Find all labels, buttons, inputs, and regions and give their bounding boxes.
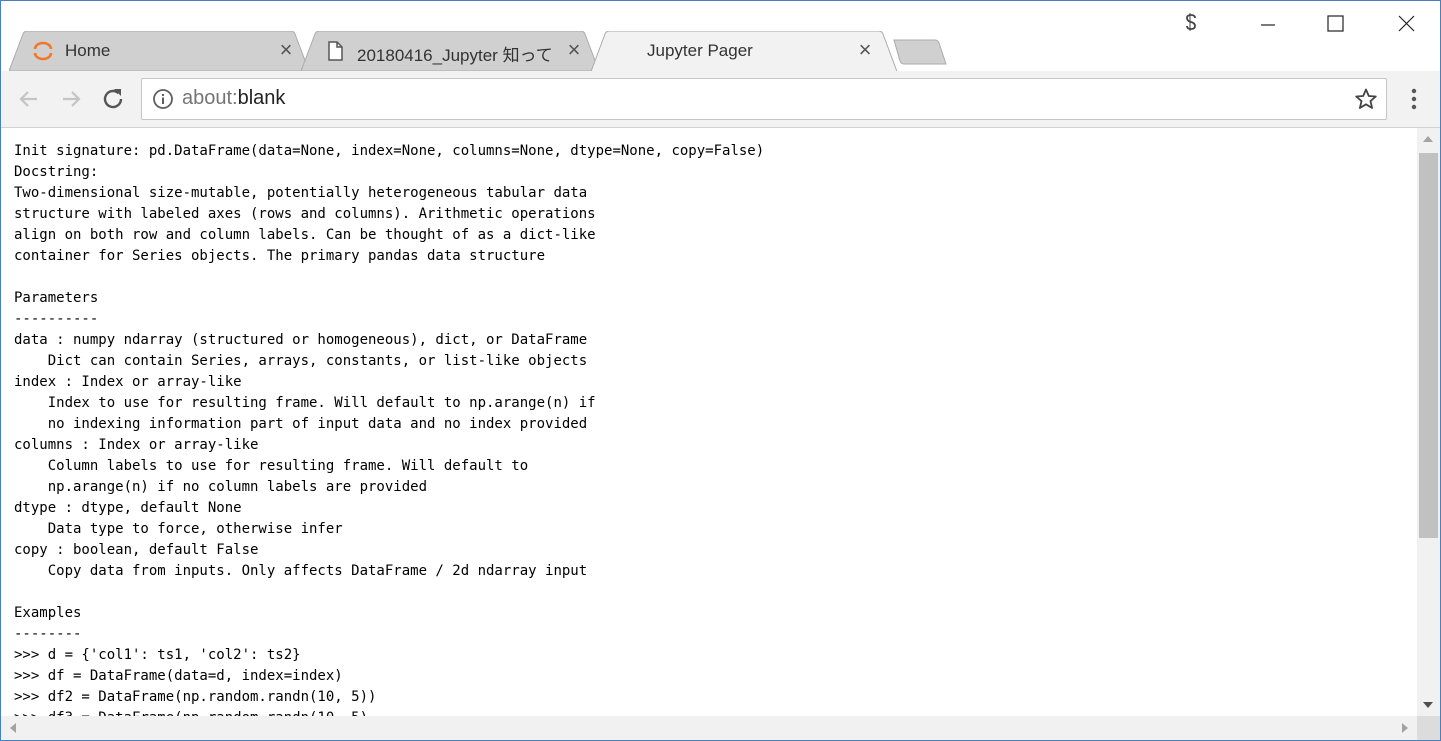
tab-jupyter-notebook[interactable]: 20180416_Jupyter 知ってお × <box>301 31 599 71</box>
extension-icon[interactable] <box>1176 11 1206 37</box>
tab-title: Jupyter Pager <box>647 41 753 60</box>
scroll-down-arrow-icon[interactable] <box>1423 702 1433 708</box>
close-tab-icon[interactable]: × <box>854 39 876 61</box>
tab-strip: Home × 20180416_Jupyter 知ってお × Jupyter P… <box>1 1 1440 71</box>
tab-jupyter-pager[interactable]: Jupyter Pager × <box>591 31 897 71</box>
url-text[interactable]: about:blank <box>182 87 285 110</box>
tab-home[interactable]: Home × <box>9 31 309 71</box>
close-tab-icon[interactable]: × <box>563 39 585 61</box>
minimize-icon[interactable] <box>1253 11 1283 37</box>
bookmark-star-icon[interactable] <box>1354 87 1378 111</box>
jupyter-logo-icon <box>33 41 53 61</box>
menu-dots-icon[interactable] <box>1404 85 1424 113</box>
scroll-left-arrow-icon[interactable] <box>10 723 16 733</box>
page-content: Init signature: pd.DataFrame(data=None, … <box>1 128 1417 716</box>
maximize-icon[interactable] <box>1320 11 1350 37</box>
tab-title: Home <box>65 41 111 60</box>
scrollbar-corner <box>1417 716 1440 740</box>
document-icon <box>328 41 343 61</box>
tab-title: 20180416_Jupyter 知ってお <box>357 46 553 65</box>
new-tab-button[interactable] <box>893 39 947 65</box>
back-arrow-icon[interactable] <box>15 85 43 113</box>
browser-toolbar: about:blank <box>1 71 1440 128</box>
scroll-up-arrow-icon[interactable] <box>1423 136 1433 142</box>
vertical-scrollbar[interactable] <box>1417 128 1440 716</box>
scroll-right-arrow-icon[interactable] <box>1402 723 1408 733</box>
url-scheme: about: <box>182 87 238 109</box>
info-icon[interactable] <box>152 88 174 110</box>
horizontal-scrollbar[interactable] <box>1 716 1417 740</box>
scrollbar-thumb[interactable] <box>1419 153 1438 538</box>
reload-icon[interactable] <box>99 85 127 113</box>
browser-window: Home × 20180416_Jupyter 知ってお × Jupyter P… <box>0 0 1441 741</box>
address-bar[interactable]: about:blank <box>141 78 1387 120</box>
close-tab-icon[interactable]: × <box>275 39 297 61</box>
docstring-text: Init signature: pd.DataFrame(data=None, … <box>14 143 765 716</box>
forward-arrow-icon[interactable] <box>57 85 85 113</box>
url-path: blank <box>237 87 286 109</box>
close-window-icon[interactable] <box>1391 11 1421 37</box>
